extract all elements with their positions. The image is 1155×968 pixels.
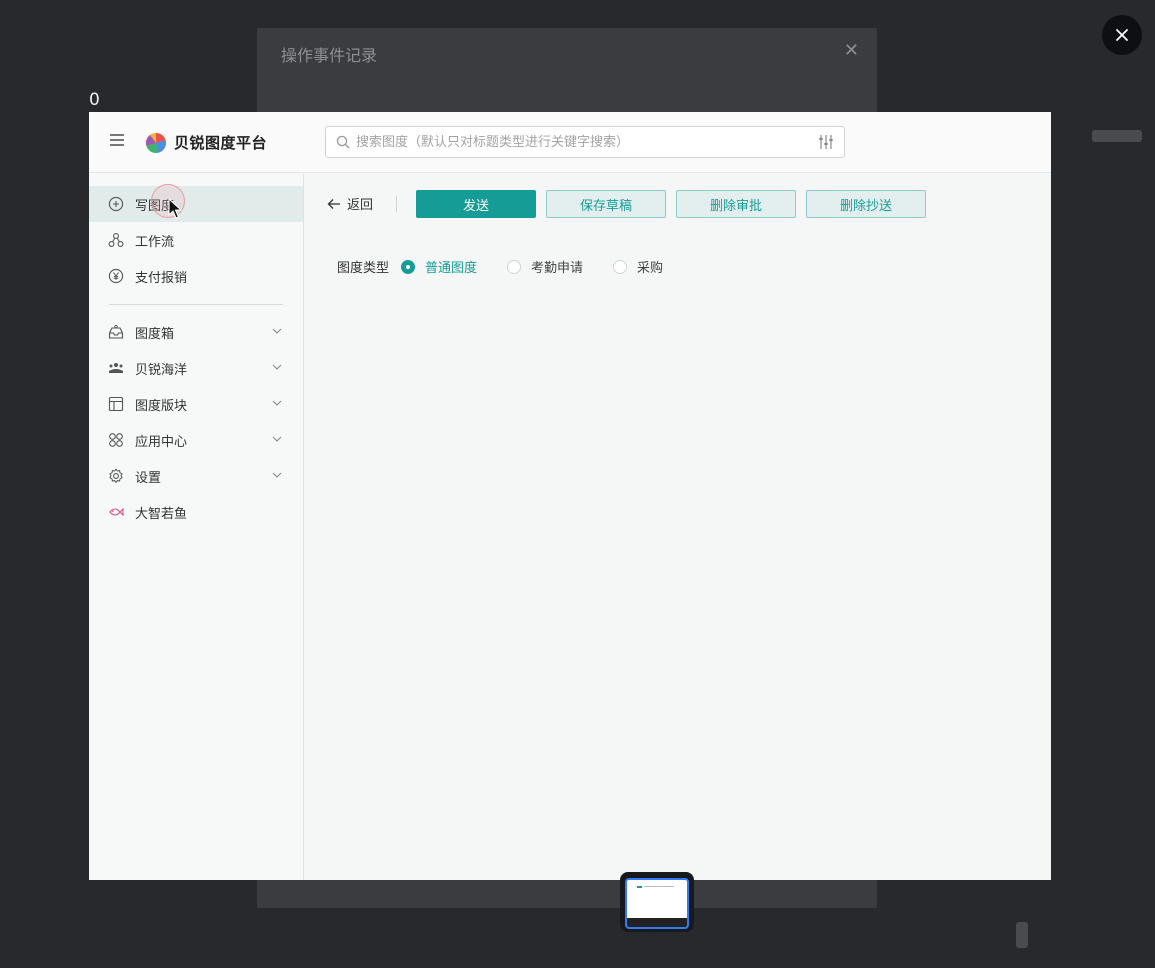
thumbnail-footer [627,918,687,927]
menu-icon[interactable] [110,134,124,146]
inbox-icon [108,324,124,339]
sidebar-item-inbox[interactable]: 图度箱 [89,314,303,350]
back-label: 返回 [347,198,374,213]
sidebar-divider [109,304,283,305]
delete-cc-button[interactable]: 删除抄送 [806,190,926,218]
back-button[interactable]: 返回 [327,194,373,213]
sidebar-item-write[interactable]: 写图度 [89,186,303,222]
toolbar-divider [396,196,397,212]
save-draft-button[interactable]: 保存草稿 [546,190,666,218]
chevron-down-icon [272,472,282,478]
chevron-down-icon [272,400,282,406]
sidebar-item-workflow[interactable]: 工作流 [89,222,303,258]
sidebar-item-label: 应用中心 [135,435,188,450]
radio-dot[interactable] [507,259,522,274]
brand-name: 贝锐图度平台 [174,134,268,152]
sidebar-item-label: 大智若鱼 [135,507,188,522]
team-icon [109,363,123,373]
background-ghost-mark [1016,922,1028,948]
workflow-icon [108,233,124,247]
sidebar-item-label: 图度箱 [135,327,175,342]
radio-type-normal[interactable]: 普通图度 [401,257,477,276]
chevron-down-icon [272,436,282,442]
fish-icon [109,507,124,517]
sidebar-item-ocean[interactable]: 贝锐海洋 [89,350,303,386]
search-box[interactable] [325,126,845,158]
gear-icon [109,468,123,484]
chevron-down-icon [272,328,282,334]
search-input[interactable] [356,127,796,157]
top-bar: 贝锐图度平台 [89,112,1051,173]
yuan-icon [108,268,124,284]
sidebar-item-label: 图度版块 [135,399,188,414]
sidebar-item-sections[interactable]: 图度版块 [89,386,303,422]
plus-circle-icon [108,196,124,212]
sidebar-item-apps[interactable]: 应用中心 [89,422,303,458]
sidebar-item-label: 贝锐海洋 [135,363,188,378]
arrow-left-icon [327,198,340,209]
search-icon [336,135,350,149]
sidebar-item-fish[interactable]: 大智若鱼 [89,494,303,530]
layout-icon [108,396,124,412]
radio-label: 普通图度 [425,261,478,276]
thumbnail-strip [620,872,694,932]
background-counter: 0 [89,90,100,110]
thumbnail-accent [637,886,642,888]
background-dialog-title: 操作事件记录 [281,46,378,65]
sidebar-item-label: 设置 [135,471,162,486]
radio-dot[interactable] [613,259,628,274]
radio-type-attendance[interactable]: 考勤申请 [507,257,583,276]
preview-image: 贝锐图度平台 写图度 工作流 支付报销 图度箱 [89,112,1051,880]
mouse-cursor-icon [168,198,182,219]
background-dialog-close-icon: ✕ [843,40,859,61]
send-button[interactable]: 发送 [416,190,536,218]
sidebar-item-payment[interactable]: 支付报销 [89,258,303,294]
apps-icon [109,433,123,447]
main-content: 返回 发送 保存草稿 删除审批 删除抄送 图度类型 普通图度 考勤申请 采购 [305,174,1051,880]
chevron-down-icon [272,364,282,370]
sidebar-item-label: 工作流 [135,235,175,250]
radio-label: 采购 [637,261,664,276]
sidebar: 写图度 工作流 支付报销 图度箱 贝锐海洋 图度版块 应用中心 设置 大智若鱼 [89,174,304,880]
type-label: 图度类型 [337,261,390,276]
brand-logo-icon [146,133,167,154]
thumbnail-current[interactable] [625,878,689,929]
radio-dot[interactable] [401,259,416,274]
filter-settings-icon[interactable] [818,134,834,150]
sidebar-item-settings[interactable]: 设置 [89,458,303,494]
radio-type-purchase[interactable]: 采购 [613,257,663,276]
radio-label: 考勤申请 [531,261,584,276]
type-selector: 图度类型 普通图度 考勤申请 采购 [337,257,693,276]
close-icon [1116,29,1128,41]
close-preview-button[interactable] [1102,15,1142,55]
sidebar-item-label: 支付报销 [135,271,188,286]
thumbnail-line [644,886,674,887]
delete-approval-button[interactable]: 删除审批 [676,190,796,218]
background-ghost-text [1092,130,1142,142]
